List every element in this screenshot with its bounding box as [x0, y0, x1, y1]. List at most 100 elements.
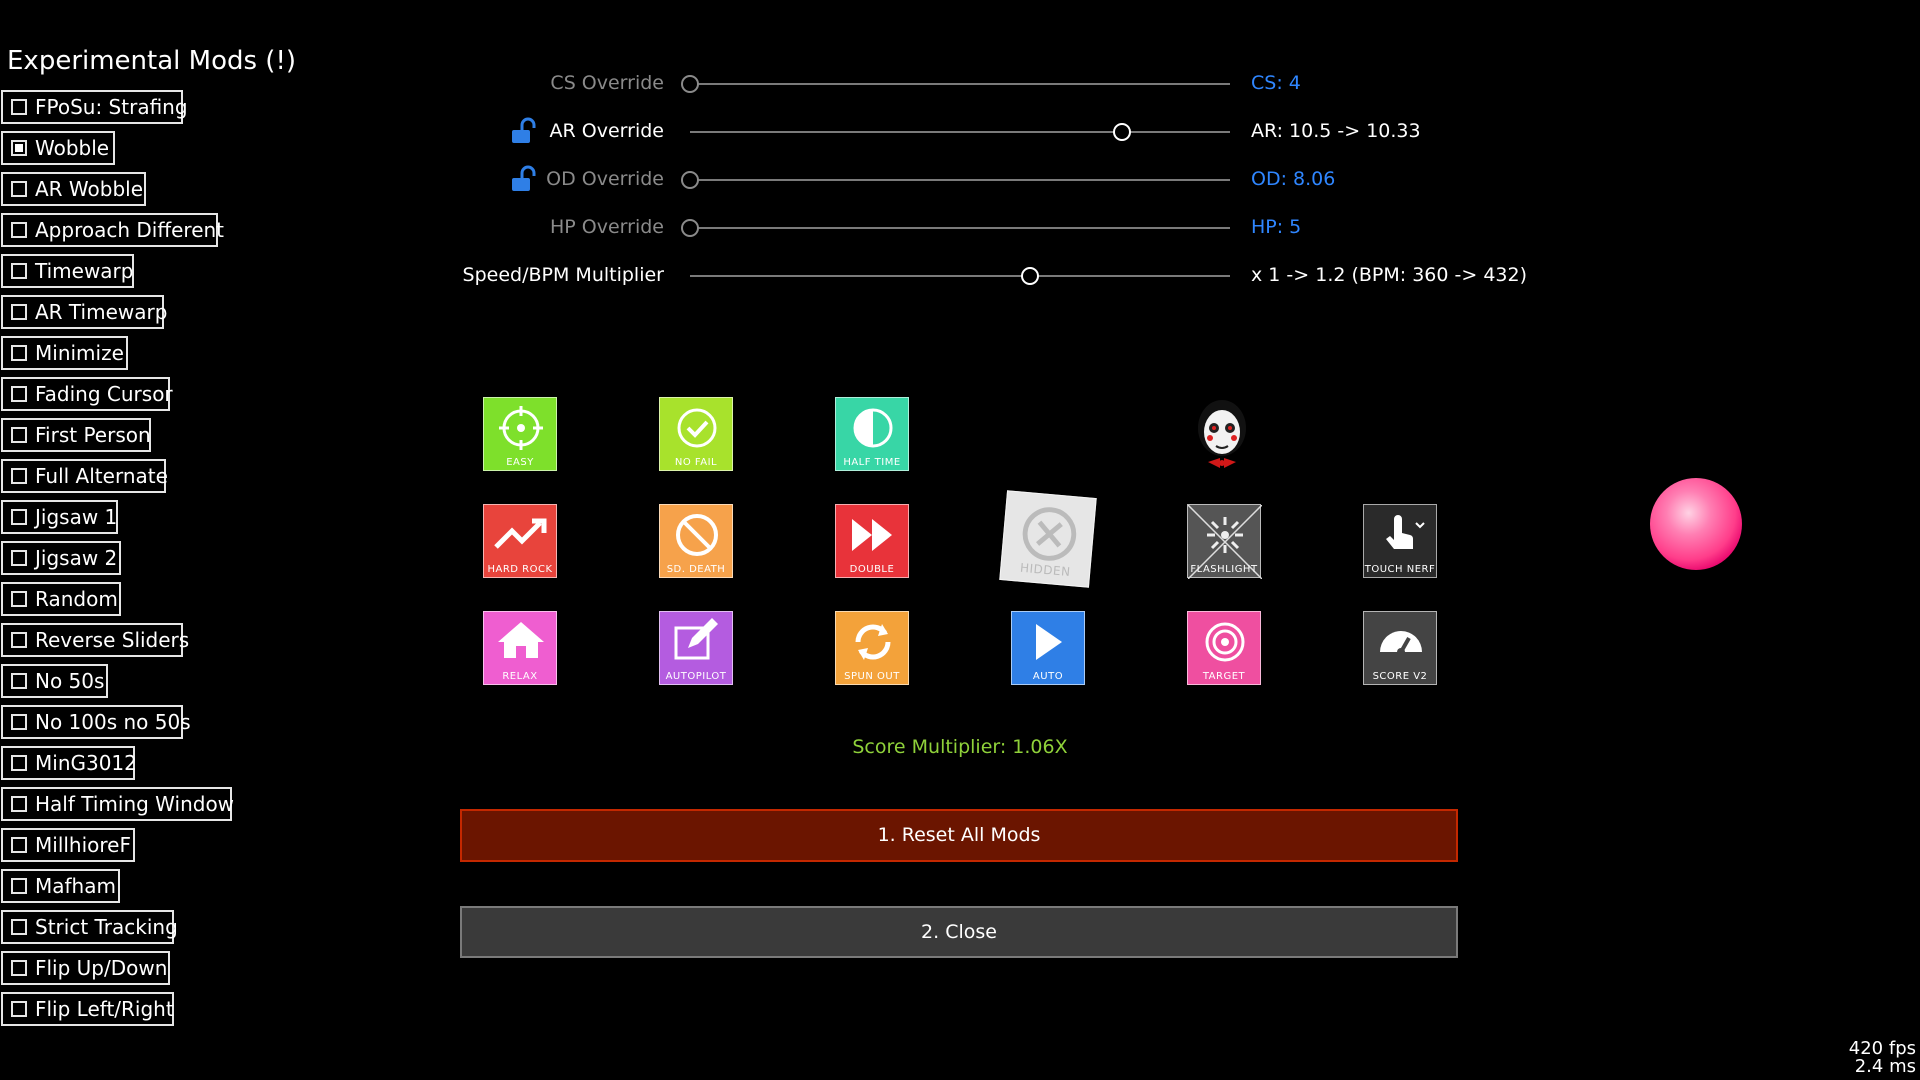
experimental-mod-label: Reverse Sliders [35, 628, 190, 652]
mod-tile[interactable]: FLASHLIGHT [1187, 504, 1262, 579]
mod-caption: RELAX [502, 671, 538, 682]
mod-caption: AUTO [1032, 671, 1064, 682]
override-slider-thumb[interactable] [681, 75, 699, 93]
mod-caption: SPUN OUT [844, 671, 900, 682]
experimental-mod-label: First Person [35, 423, 151, 447]
mod-caption: EASY [506, 457, 534, 468]
override-value: HP: 5 [1251, 216, 1302, 238]
experimental-mod-checkbox[interactable] [11, 878, 27, 894]
override-slider-track[interactable] [690, 179, 1230, 181]
override-label: AR Override [549, 120, 664, 142]
mod-tile[interactable]: AUTO [1011, 611, 1085, 685]
override-slider-thumb[interactable] [1113, 123, 1131, 141]
mod-caption: FLASHLIGHT [1190, 564, 1258, 575]
override-slider-row: HP Override HP: 5 [0, 208, 1920, 248]
mod-caption: TOUCH NERF [1364, 564, 1436, 575]
mod-tile[interactable]: SPUN OUT [835, 611, 909, 685]
override-value: CS: 4 [1251, 72, 1301, 94]
experimental-mod-label: MillhioreF [35, 833, 131, 857]
experimental-mod-label: Jigsaw 2 [35, 546, 118, 570]
mod-caption: TARGET [1202, 671, 1246, 682]
experimental-mod-checkbox[interactable] [11, 1001, 27, 1017]
experimental-mod-checkbox[interactable] [11, 509, 27, 525]
mod-tile[interactable]: SD. DEATH [659, 504, 733, 578]
experimental-mod-label: Half Timing Window [35, 792, 235, 816]
mod-tile[interactable]: SCORE V2 [1363, 611, 1437, 685]
experimental-mod-label: No 50s [35, 669, 105, 693]
experimental-mod-item[interactable]: Random [1, 582, 121, 616]
unlock-icon[interactable] [509, 164, 539, 194]
mod-caption: HARD ROCK [487, 564, 553, 575]
mod-tile[interactable]: TOUCH NERF [1363, 504, 1437, 578]
experimental-mod-item[interactable]: Minimize [1, 336, 128, 370]
override-slider-track[interactable] [690, 83, 1230, 85]
override-slider-thumb[interactable] [1021, 267, 1040, 285]
override-slider-thumb[interactable] [681, 171, 699, 189]
override-value: AR: 10.5 -> 10.33 [1251, 120, 1421, 142]
experimental-mod-item[interactable]: Mafham [1, 869, 120, 903]
mod-tile[interactable]: HIDDEN [999, 490, 1097, 588]
reset-all-mods-button[interactable]: 1. Reset All Mods [460, 809, 1458, 862]
mod-tile[interactable]: AUTOPILOT [659, 611, 733, 685]
override-slider-track[interactable] [690, 131, 1230, 133]
experimental-mod-checkbox[interactable] [11, 673, 27, 689]
experimental-mod-checkbox[interactable] [11, 345, 27, 361]
fps-counter: 420 fps 2.4 ms [1849, 1040, 1916, 1076]
experimental-mod-label: Full Alternate [35, 464, 168, 488]
experimental-mod-checkbox[interactable] [11, 304, 27, 320]
experimental-mod-checkbox[interactable] [11, 960, 27, 976]
experimental-mod-checkbox[interactable] [11, 468, 27, 484]
override-slider-thumb[interactable] [681, 219, 699, 237]
experimental-mod-checkbox[interactable] [11, 591, 27, 607]
experimental-mod-item[interactable]: Flip Left/Right [1, 992, 174, 1026]
mod-caption: AUTOPILOT [665, 671, 727, 682]
cursor-icon [1650, 478, 1742, 570]
override-label: Speed/BPM Multiplier [462, 264, 664, 286]
experimental-mod-label: Random [35, 587, 118, 611]
experimental-mod-item[interactable]: Half Timing Window [1, 787, 235, 821]
experimental-mod-checkbox[interactable] [11, 919, 27, 935]
experimental-mod-checkbox[interactable] [11, 714, 27, 730]
experimental-mod-label: Minimize [35, 341, 124, 365]
experimental-mod-item[interactable]: Strict Tracking [1, 910, 178, 944]
experimental-mod-item[interactable]: Jigsaw 2 [1, 541, 121, 575]
unlock-icon[interactable] [509, 116, 539, 146]
experimental-mod-label: Strict Tracking [35, 915, 178, 939]
mod-tile[interactable]: HALF TIME [835, 397, 909, 471]
experimental-mod-item[interactable]: Flip Up/Down [1, 951, 170, 985]
experimental-mod-checkbox[interactable] [11, 632, 27, 648]
mod-tile[interactable]: RELAX [483, 611, 557, 685]
override-slider-track[interactable] [690, 275, 1230, 277]
mod-tile[interactable]: EASY [483, 397, 557, 471]
experimental-mod-checkbox[interactable] [11, 550, 27, 566]
override-slider-row: CS Override CS: 4 [0, 64, 1920, 104]
experimental-mod-item[interactable]: Jigsaw 1 [1, 500, 118, 534]
experimental-mod-item[interactable]: Full Alternate [1, 459, 168, 493]
mod-tile[interactable]: NO FAIL [659, 397, 733, 471]
override-slider-track[interactable] [690, 227, 1230, 229]
experimental-mod-label: AR Timewarp [35, 300, 168, 324]
experimental-mod-item[interactable]: No 100s no 50s [1, 705, 191, 739]
override-label: OD Override [546, 168, 664, 190]
override-value: x 1 -> 1.2 (BPM: 360 -> 432) [1251, 264, 1528, 286]
mod-tile[interactable]: TARGET [1187, 611, 1261, 685]
experimental-mod-item[interactable]: No 50s [1, 664, 108, 698]
override-slider-row: Speed/BPM Multiplier x 1 -> 1.2 (BPM: 360… [0, 256, 1920, 296]
experimental-mod-item[interactable]: AR Timewarp [1, 295, 168, 329]
experimental-mod-label: Flip Left/Right [35, 997, 174, 1021]
close-button[interactable]: 2. Close [460, 906, 1458, 958]
experimental-mod-item[interactable]: MillhioreF [1, 828, 135, 862]
override-label: HP Override [550, 216, 664, 238]
experimental-mod-label: Jigsaw 1 [35, 505, 118, 529]
experimental-mod-checkbox[interactable] [11, 427, 27, 443]
frametime-value: 2.4 ms [1854, 1056, 1916, 1077]
experimental-mod-checkbox[interactable] [11, 386, 27, 402]
mod-tile[interactable]: DOUBLE [835, 504, 909, 578]
mod-tile[interactable]: HARD ROCK [483, 504, 557, 578]
experimental-mod-item[interactable]: First Person [1, 418, 151, 452]
experimental-mod-item[interactable]: Reverse Sliders [1, 623, 189, 657]
experimental-mod-label: No 100s no 50s [35, 710, 191, 734]
experimental-mod-item[interactable]: Fading Cursor [1, 377, 173, 411]
experimental-mod-checkbox[interactable] [11, 796, 27, 812]
experimental-mod-checkbox[interactable] [11, 837, 27, 853]
